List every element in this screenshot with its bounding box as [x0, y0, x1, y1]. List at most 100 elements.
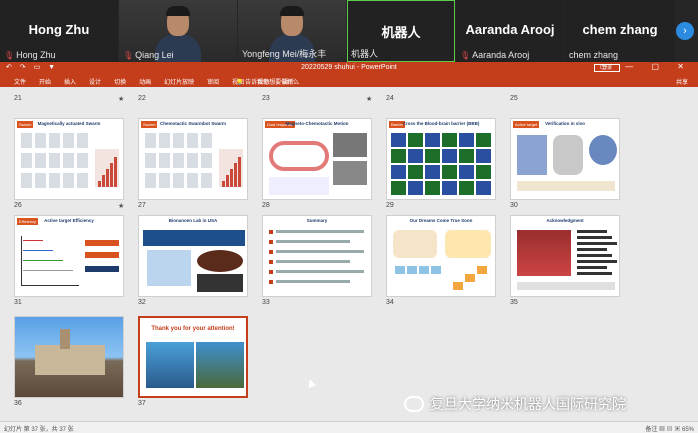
transition-star-icon: ★ [118, 203, 125, 210]
slide-graphic [49, 133, 60, 148]
slide-graphic [21, 236, 79, 286]
tell-me-search[interactable]: 💡 告诉我你想要做什么 [236, 77, 299, 86]
participant-name: Hong Zhu [28, 22, 90, 37]
participant-caption: 🎙 Aaranda Arooj [460, 50, 529, 60]
participant-caption-label: Yongfeng Mei/梅永丰 [242, 49, 327, 59]
window-controls[interactable]: ▭ — ▢ ✕ [600, 62, 693, 71]
slide-graphic [187, 133, 198, 148]
screen: Hong Zhu 🎙 Hong Zhu 🎙 Qiang Lei Yongfeng M… [0, 0, 698, 433]
ribbon-tab[interactable]: 切换 [114, 77, 126, 86]
participant-caption: 🎙 Hong Zhu [4, 50, 56, 60]
slide-graphic [408, 133, 423, 147]
slide-graphic [49, 173, 60, 188]
slide-graphic [431, 266, 441, 274]
slide-graphic [393, 230, 437, 258]
view-controls[interactable]: 备注 ▦ ▤ ▣ 65% [645, 424, 694, 433]
slide-graphic [102, 175, 105, 187]
slide-graphic [553, 135, 583, 175]
slide-graphic [145, 153, 156, 168]
slide-graphic [173, 153, 184, 168]
share-button[interactable]: 共享 [676, 77, 688, 86]
slide-number: 36 [14, 400, 22, 407]
ribbon-tab[interactable]: 插入 [64, 77, 76, 86]
slide-graphic [476, 133, 491, 147]
slide-graphic [21, 133, 32, 148]
slide-graphic [159, 153, 170, 168]
wechat-logo-icon [404, 396, 424, 412]
slide-thumbnail[interactable] [14, 316, 124, 398]
slide-graphic [63, 173, 74, 188]
slide-thumbnail[interactable]: Swarm Chemotactic Swarmbot Swarm [138, 118, 248, 200]
participant-tile[interactable]: 🎙 Qiang Lei [119, 0, 237, 62]
participant-caption-label: 机器人 [351, 49, 379, 59]
slide-graphic [173, 133, 184, 148]
slide-number: 25 [510, 95, 518, 102]
slide-title: Thank you for your attention! [151, 326, 235, 332]
ribbon-tab[interactable]: 动画 [139, 77, 151, 86]
watermark: 复旦大学纳米机器人国际研究院 [404, 394, 626, 414]
slide-graphic [63, 153, 74, 168]
slide-graphic [159, 173, 170, 188]
slide-graphic [577, 248, 607, 251]
slide-graphic [35, 173, 46, 188]
slide-number: 29 [386, 202, 394, 209]
slide-graphic [77, 173, 88, 188]
slide-graphic [425, 133, 440, 147]
slide-graphic [276, 240, 350, 243]
slide-thumbnail[interactable]: Swarm Magnetically actuated Swarm [14, 118, 124, 200]
slide-graphic [145, 173, 156, 188]
participant-tile[interactable]: Hong Zhu 🎙 Hong Zhu [0, 0, 118, 62]
slide-graphic [143, 230, 245, 246]
slide-graphic [21, 173, 32, 188]
slide-number: 23 [262, 95, 270, 102]
slide-graphic [269, 230, 273, 234]
slide-sorter: 21 ★ 22 23 ★ 24 25 Swarm Magnetically actuated S… [0, 87, 698, 421]
slide-graphic [391, 149, 406, 163]
chevron-right-icon[interactable]: › [676, 22, 694, 40]
participant-caption-label: chem zhang [569, 50, 619, 60]
slide-thumbnail[interactable]: Barrier Cross the Blood-brain barrier (BB… [386, 118, 496, 200]
slide-title: Chemotactic Swarmbot Swarm [159, 121, 227, 126]
slide-graphic [114, 157, 117, 187]
slide-graphic [269, 280, 273, 284]
slide-thumbnail[interactable]: Our Dreams Come True Soon [386, 215, 496, 297]
ribbon-tab[interactable]: 文件 [14, 77, 26, 86]
slide-thumbnail[interactable]: Efficiency Active target Efficiency [14, 215, 124, 297]
slide-thumbnail[interactable]: Acknowledgment [510, 215, 620, 297]
participant-tile-active[interactable]: 机器人 机器人 [347, 0, 455, 62]
slide-graphic [442, 165, 457, 179]
slide-thumbnail[interactable]: Bionanoen Lab in USA [138, 215, 248, 297]
ribbon-tab[interactable]: 开始 [39, 77, 51, 86]
slide-graphic [269, 260, 273, 264]
participant-tile[interactable]: Yongfeng Mei/梅永丰 [238, 0, 346, 62]
slide-graphic [276, 230, 364, 233]
slide-graphic [234, 163, 237, 187]
ribbon-tab[interactable]: 设计 [89, 77, 101, 86]
slide-graphic [77, 133, 88, 148]
slide-graphic [146, 342, 194, 388]
ribbon-tab[interactable]: 审阅 [207, 77, 219, 86]
slide-number: 34 [386, 299, 394, 306]
transition-star-icon: ★ [118, 96, 125, 103]
slide-title: Our Dreams Come True Soon [409, 218, 473, 223]
slide-graphic [333, 133, 367, 157]
slide-graphic [459, 181, 474, 195]
participant-tile[interactable]: Aaranda Arooj 🎙 Aaranda Arooj [456, 0, 564, 62]
participant-caption: chem zhang [569, 50, 618, 60]
ribbon-tab[interactable]: 幻灯片放映 [164, 77, 194, 86]
slide-title: Summary [306, 218, 328, 223]
slide-graphic [147, 250, 191, 286]
slide-thumbnail[interactable]: Dual response Magneto-Chemotactic Motion [262, 118, 372, 200]
slide-graphic [395, 266, 405, 274]
slide-graphic [577, 260, 617, 263]
slide-graphic [517, 230, 571, 276]
slide-thumbnail[interactable]: Thank you for your attention! [138, 316, 248, 398]
participant-tile[interactable]: chem zhang chem zhang [565, 0, 675, 62]
slide-thumbnail[interactable]: Summary [262, 215, 372, 297]
ribbon-tabs: 文件 开始 插入 设计 切换 动画 幻灯片放映 审阅 视图 帮助 福昕 💡 告诉我你想要做什么 共享 [0, 74, 698, 87]
slide-graphic [23, 240, 43, 241]
slide-number: 35 [510, 299, 518, 306]
slide-thumbnail[interactable]: Active target Verification in vivo [510, 118, 620, 200]
slide-graphic [577, 254, 612, 257]
slide-graphic [408, 149, 423, 163]
